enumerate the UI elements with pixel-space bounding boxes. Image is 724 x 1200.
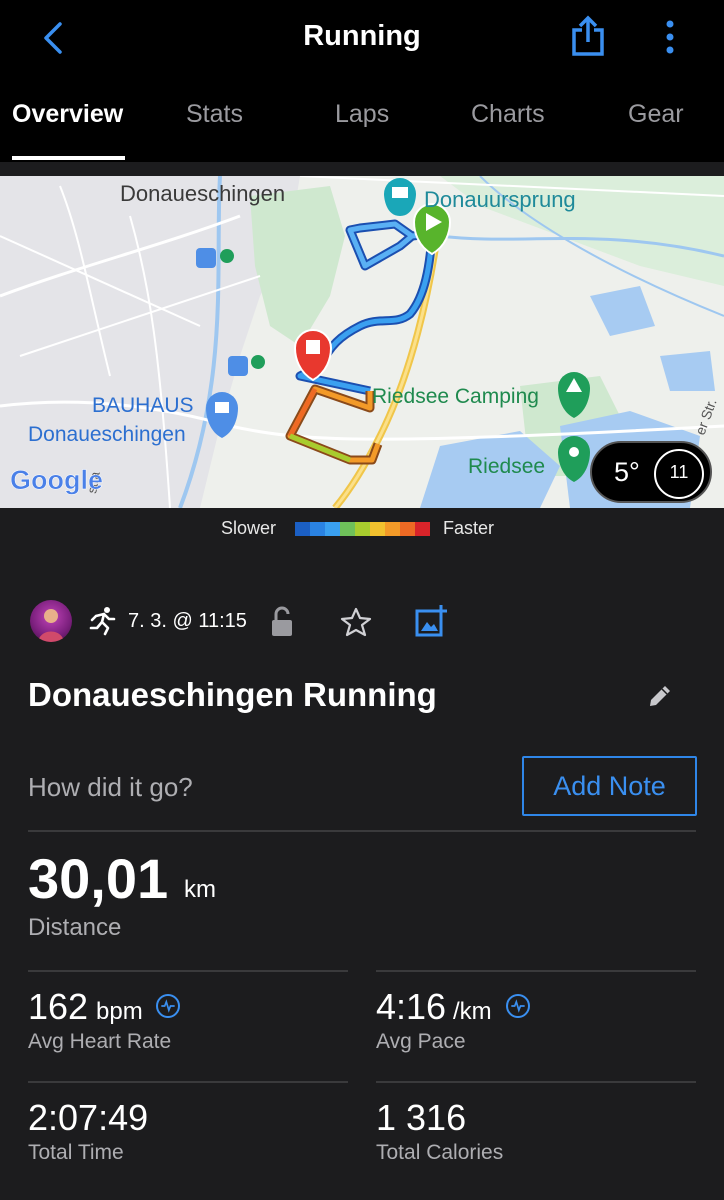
more-vertical-icon xyxy=(666,20,674,54)
avatar[interactable] xyxy=(30,600,72,642)
share-icon xyxy=(572,15,604,56)
activity-title: Donaueschingen Running xyxy=(28,676,437,713)
pace-label: Avg Pace xyxy=(376,1030,466,1053)
star-icon[interactable] xyxy=(340,606,372,638)
weather-badge: 5° 11 xyxy=(590,441,712,503)
distance-value: 30,01 xyxy=(28,847,169,910)
pace-color-segment xyxy=(370,522,385,536)
activity-date: 7. 3. @ 11:15 xyxy=(128,610,247,632)
tab-stats[interactable]: Stats xyxy=(186,100,243,129)
heart-rate-label: Avg Heart Rate xyxy=(28,1030,172,1053)
pencil-icon[interactable] xyxy=(646,682,674,710)
pace-color-segment xyxy=(400,522,415,536)
tab-bar: Overview Stats Laps Charts Gear xyxy=(0,100,724,140)
add-note-button[interactable]: Add Note xyxy=(522,756,697,816)
tab-charts[interactable]: Charts xyxy=(471,100,545,129)
pace-color-scale xyxy=(295,522,430,536)
pace-color-segment xyxy=(325,522,340,536)
heart-rate-value: 162 xyxy=(28,986,89,1027)
more-options-button[interactable] xyxy=(656,18,684,58)
top-bar: Running Overview Stats Laps Charts Gear xyxy=(0,0,724,162)
calories-value: 1 316 xyxy=(376,1097,467,1138)
divider xyxy=(376,1081,696,1083)
running-icon xyxy=(89,607,116,636)
map-label-camping: Riedsee Camping xyxy=(372,385,539,408)
pace-value: 4:16 xyxy=(376,986,447,1027)
map-label-bauhaus: BAUHAUS xyxy=(92,394,194,417)
google-logo: Google xyxy=(10,465,103,495)
pace-legend: Slower Faster xyxy=(0,516,724,542)
share-button[interactable] xyxy=(568,14,608,58)
pace-color-segment xyxy=(310,522,325,536)
divider xyxy=(28,830,696,832)
divider xyxy=(376,970,696,972)
calories-label: Total Calories xyxy=(376,1141,504,1164)
add-photo-icon[interactable] xyxy=(414,604,448,638)
legend-faster-label: Faster xyxy=(443,518,495,538)
divider xyxy=(28,1081,348,1083)
distance-unit: km xyxy=(184,876,216,903)
wind-clock-icon: 11 xyxy=(654,449,704,499)
pace-color-segment xyxy=(295,522,310,536)
wind-speed: 11 xyxy=(669,462,689,482)
active-tab-indicator xyxy=(12,156,125,160)
map-label-spring: Donauursprung xyxy=(424,187,576,212)
divider xyxy=(28,970,348,972)
tab-laps[interactable]: Laps xyxy=(335,100,389,129)
map-label-town: Donaueschingen xyxy=(120,181,285,206)
legend-slower-label: Slower xyxy=(221,518,277,538)
map-label-lake: Riedsee xyxy=(468,455,545,478)
pace-color-segment xyxy=(340,522,355,536)
pace-color-segment xyxy=(385,522,400,536)
activity-meta-row: 7. 3. @ 11:15 xyxy=(0,600,724,642)
pace-color-segment xyxy=(415,522,430,536)
total-time-value: 2:07:49 xyxy=(28,1097,149,1138)
unlock-icon[interactable] xyxy=(268,606,296,638)
heart-rate-unit: bpm xyxy=(96,998,143,1025)
heart-rate-info-icon[interactable] xyxy=(156,994,180,1018)
page-title: Running xyxy=(303,20,421,52)
map-label-bauhaus-town: Donaueschingen xyxy=(28,423,186,446)
weather-temperature: 5° xyxy=(614,457,640,487)
pace-unit: /km xyxy=(453,998,492,1025)
pace-color-segment xyxy=(355,522,370,536)
tab-gear[interactable]: Gear xyxy=(628,100,684,129)
note-prompt: How did it go? xyxy=(28,772,193,802)
tab-overview[interactable]: Overview xyxy=(12,100,123,129)
distance-label: Distance xyxy=(28,914,122,941)
total-time-label: Total Time xyxy=(28,1141,124,1164)
pace-info-icon[interactable] xyxy=(506,994,530,1018)
